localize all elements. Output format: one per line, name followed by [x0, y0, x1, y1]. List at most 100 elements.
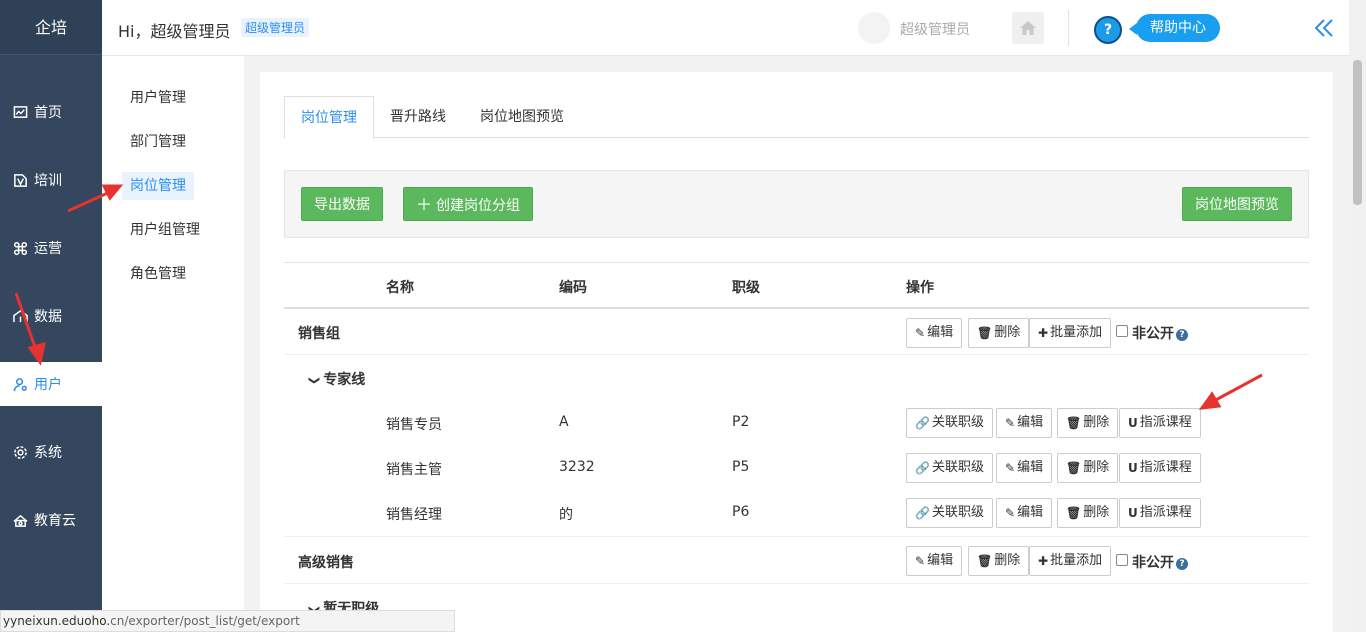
- assign-course-button[interactable]: U 指派课程: [1119, 408, 1201, 438]
- group-name: 高级销售: [298, 555, 354, 571]
- trash-icon: 🗑: [977, 554, 993, 568]
- assign-course-button[interactable]: U 指派课程: [1119, 453, 1201, 483]
- batch-add-button-label: 批量添加: [1050, 553, 1103, 568]
- create-post-group-button[interactable]: ＋创建岗位分组: [403, 187, 534, 221]
- collapse-double-chevron-icon[interactable]: [1312, 16, 1336, 40]
- sidebar-item-home[interactable]: 首页: [0, 90, 102, 134]
- group-batch-add-button[interactable]: ✚ 批量添加: [1029, 546, 1112, 576]
- user-icon: [12, 376, 28, 392]
- delete-button[interactable]: 🗑 删除: [1057, 498, 1119, 528]
- column-header-actions: 操作: [906, 280, 934, 296]
- action-toolbar: 导出数据 ＋创建岗位分组 岗位地图预览: [284, 170, 1309, 238]
- edit-icon: ✎: [915, 326, 926, 340]
- group-edit-button[interactable]: ✎ 编辑: [906, 318, 963, 348]
- table-row-line: ❯ 专家线: [284, 355, 1309, 401]
- private-checkbox[interactable]: [1116, 554, 1128, 566]
- group-delete-button[interactable]: 🗑 删除: [968, 318, 1030, 348]
- role-badge: 超级管理员: [241, 18, 310, 37]
- edit-button-label: 编辑: [927, 553, 954, 568]
- sidebar-item-system[interactable]: 系统: [0, 430, 102, 474]
- sidebar-item-edu-cloud[interactable]: 教育云: [0, 498, 102, 542]
- delete-button[interactable]: 🗑 删除: [1057, 408, 1119, 438]
- greeting-text: Hi，超级管理员: [118, 22, 231, 41]
- private-label: 非公开?: [1132, 323, 1188, 343]
- submenu-item-post-management[interactable]: 岗位管理: [122, 172, 194, 200]
- home-button[interactable]: [1012, 12, 1044, 44]
- group-batch-add-button[interactable]: ✚ 批量添加: [1029, 318, 1112, 348]
- user-name[interactable]: 超级管理员: [900, 19, 970, 39]
- page-scrollbar[interactable]: [1349, 0, 1366, 632]
- post-name: 销售主管: [386, 462, 442, 478]
- question-icon[interactable]: ?: [1176, 329, 1188, 341]
- link-rank-button-label: 关联职级: [931, 505, 984, 520]
- group-edit-button[interactable]: ✎ 编辑: [906, 546, 963, 576]
- tab-post-map-preview[interactable]: 岗位地图预览: [464, 96, 580, 138]
- scrollbar-thumb[interactable]: [1353, 60, 1362, 205]
- cloud-icon: [12, 512, 28, 528]
- plus-icon: ＋: [416, 195, 433, 214]
- plus-icon: ✚: [1038, 554, 1049, 568]
- assign-course-button[interactable]: U 指派课程: [1119, 498, 1201, 528]
- line-name[interactable]: ❯ 专家线: [308, 369, 365, 389]
- edit-button-label: 编辑: [1017, 415, 1044, 430]
- assign-course-button-label: 指派课程: [1139, 505, 1192, 520]
- avatar[interactable]: [858, 12, 890, 44]
- assign-course-button-label: 指派课程: [1139, 460, 1192, 475]
- edit-icon: ✎: [1005, 506, 1016, 520]
- submenu-item-role-management[interactable]: 角色管理: [122, 260, 194, 288]
- status-url-domain: yyneixun.eduoho.: [3, 614, 111, 628]
- help-center-button[interactable]: 帮助中心: [1129, 14, 1220, 42]
- home-icon: [1020, 21, 1036, 35]
- edit-icon: ✎: [1005, 416, 1016, 430]
- edit-button[interactable]: ✎ 编辑: [996, 498, 1053, 528]
- delete-button-label: 删除: [1083, 505, 1110, 520]
- submenu-item-department-management[interactable]: 部门管理: [122, 128, 194, 156]
- top-header: Hi，超级管理员 超级管理员 超级管理员 ? 帮助中心: [102, 0, 1366, 56]
- help-question-icon[interactable]: ?: [1094, 16, 1122, 44]
- link-icon: 🔗: [915, 416, 930, 430]
- sidebar-item-training[interactable]: 培训: [0, 158, 102, 202]
- main-sidebar: 企培 首页 培训 运营 数据 用户 系统 教育云: [0, 0, 102, 632]
- trash-icon: 🗑: [977, 326, 993, 340]
- sidebar-item-users[interactable]: 用户: [0, 362, 102, 406]
- tab-promotion-route[interactable]: 晋升路线: [374, 96, 462, 138]
- sidebar-item-label: 系统: [34, 445, 62, 461]
- delete-button[interactable]: 🗑 删除: [1057, 453, 1119, 483]
- link-rank-button[interactable]: 🔗 关联职级: [906, 498, 993, 528]
- tab-post-management[interactable]: 岗位管理: [284, 96, 374, 139]
- divider: [1068, 10, 1069, 46]
- post-name: 销售专员: [386, 417, 442, 433]
- submenu-item-user-management[interactable]: 用户管理: [122, 84, 194, 112]
- post-map-preview-button[interactable]: 岗位地图预览: [1182, 187, 1292, 221]
- submenu-item-user-group-management[interactable]: 用户组管理: [122, 216, 208, 244]
- edit-button-label: 编辑: [927, 325, 954, 340]
- edit-icon: ✎: [915, 554, 926, 568]
- edit-button-label: 编辑: [1017, 505, 1044, 520]
- table-row: 销售经理 的 P6 🔗 关联职级 ✎ 编辑 🗑 删除 U 指派课程: [284, 491, 1309, 537]
- chart-icon: [12, 104, 28, 120]
- edit-button[interactable]: ✎ 编辑: [996, 453, 1053, 483]
- group-delete-button[interactable]: 🗑 删除: [968, 546, 1030, 576]
- trash-icon: 🗑: [1066, 461, 1082, 475]
- delete-button-label: 删除: [994, 325, 1021, 340]
- sidebar-item-data[interactable]: 数据: [0, 294, 102, 338]
- post-rank: P5: [732, 459, 750, 475]
- sidebar-item-label: 数据: [34, 309, 62, 325]
- delete-button-label: 删除: [1083, 415, 1110, 430]
- brand-logo[interactable]: 企培: [0, 0, 102, 55]
- column-header-rank: 职级: [732, 280, 760, 296]
- edit-button[interactable]: ✎ 编辑: [996, 408, 1053, 438]
- export-data-button[interactable]: 导出数据: [301, 187, 383, 221]
- sidebar-item-operations[interactable]: 运营: [0, 226, 102, 270]
- question-icon[interactable]: ?: [1176, 558, 1188, 570]
- link-icon: 🔗: [915, 506, 930, 520]
- sidebar-item-label: 运营: [34, 241, 62, 257]
- table-row-group: 高级销售 ✎ 编辑 🗑 删除 ✚ 批量添加 非公开?: [284, 537, 1309, 584]
- private-label: 非公开?: [1132, 552, 1188, 572]
- link-rank-button[interactable]: 🔗 关联职级: [906, 453, 993, 483]
- status-url-path: cn/exporter/post_list/get/export: [110, 614, 300, 628]
- link-rank-button[interactable]: 🔗 关联职级: [906, 408, 993, 438]
- secondary-menu: 用户管理 部门管理 岗位管理 用户组管理 角色管理: [102, 56, 244, 632]
- batch-add-button-label: 批量添加: [1050, 325, 1103, 340]
- private-checkbox[interactable]: [1116, 325, 1128, 337]
